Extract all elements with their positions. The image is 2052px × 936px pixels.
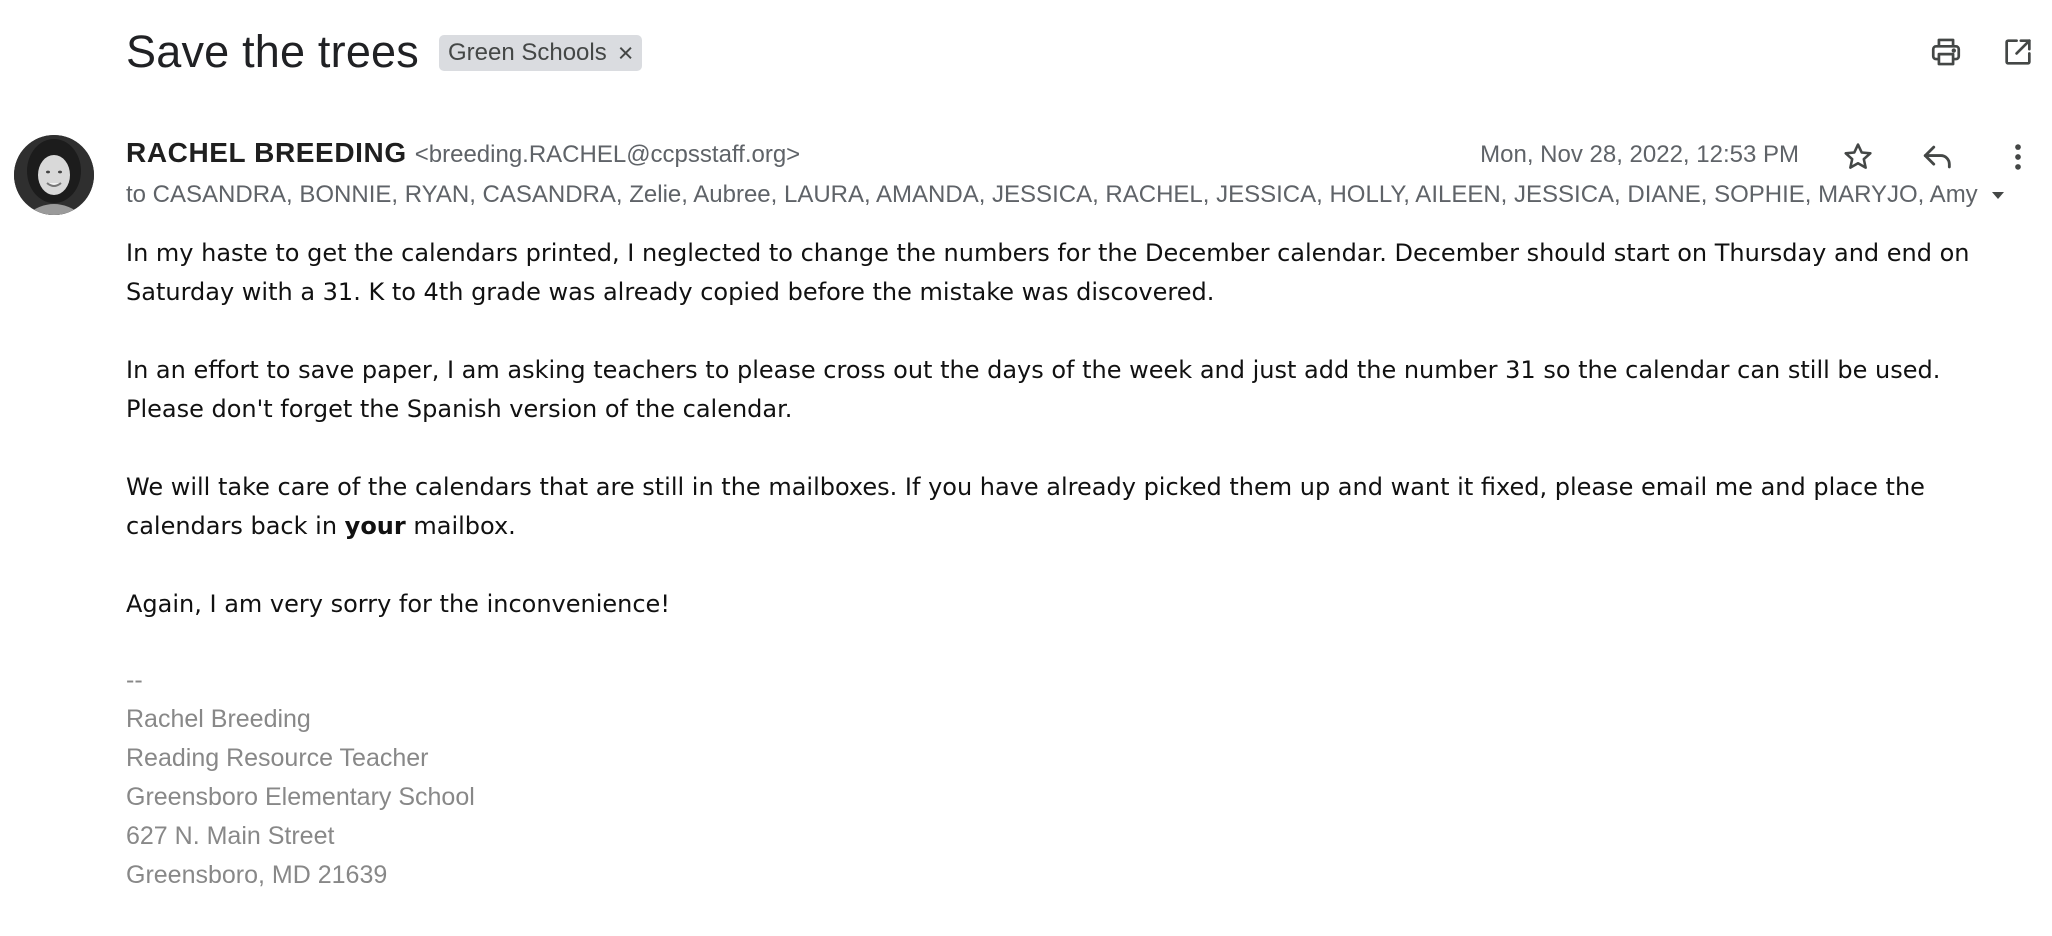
message-date: Mon, Nov 28, 2022, 12:53 PM <box>1480 141 1799 168</box>
more-options-icon[interactable] <box>1996 135 2040 179</box>
signature-street: 627 N. Main Street <box>126 822 335 850</box>
reply-icon[interactable] <box>1916 135 1960 179</box>
signature-title: Reading Resource Teacher <box>126 744 429 772</box>
email-body: In my haste to get the calendars printed… <box>126 234 2006 663</box>
body-line: We will take care of the calendars that … <box>126 473 1925 501</box>
signature-name: Rachel Breeding <box>126 705 311 733</box>
open-in-new-window-icon[interactable] <box>1998 32 2038 72</box>
body-line: Again, I am very sorry for the inconveni… <box>126 590 670 618</box>
sender-line: RACHEL BREEDING <breeding.RACHEL@ccpssta… <box>126 137 800 169</box>
body-paragraph-2: In an effort to save paper, I am asking … <box>126 351 2006 429</box>
signature-city: Greensboro, MD 21639 <box>126 861 388 889</box>
show-details-dropdown-icon[interactable] <box>1986 183 2010 207</box>
body-line: Saturday with a 31. K to 4th grade was a… <box>126 278 1215 306</box>
body-line: In an effort to save paper, I am asking … <box>126 356 1941 384</box>
remove-label-icon[interactable]: × <box>618 39 634 67</box>
signature-school: Greensboro Elementary School <box>126 783 475 811</box>
sender-email: <breeding.RACHEL@ccpsstaff.org> <box>414 141 801 168</box>
emphasized-word: your <box>344 512 406 540</box>
star-icon[interactable] <box>1836 135 1880 179</box>
body-line-part: mailbox. <box>405 512 516 540</box>
body-line: Please don't forget the Spanish version … <box>126 395 793 423</box>
signature-separator: -- <box>126 666 143 694</box>
recipients-list: to CASANDRA, BONNIE, RYAN, CASANDRA, Zel… <box>126 181 1978 208</box>
body-paragraph-3: We will take care of the calendars that … <box>126 468 2006 546</box>
subject-row: Save the trees Green Schools × <box>126 20 642 84</box>
label-chip-green-schools[interactable]: Green Schools × <box>438 35 642 71</box>
label-chip-text: Green Schools <box>447 39 607 66</box>
body-line-part: calendars back in <box>126 512 345 540</box>
body-paragraph-1: In my haste to get the calendars printed… <box>126 234 2006 312</box>
body-paragraph-4: Again, I am very sorry for the inconveni… <box>126 585 2006 624</box>
recipients-line: to CASANDRA, BONNIE, RYAN, CASANDRA, Zel… <box>126 181 2010 209</box>
email-signature: -- Rachel Breeding Reading Resource Teac… <box>126 661 475 895</box>
print-icon[interactable] <box>1926 32 1966 72</box>
email-subject: Save the trees <box>126 26 419 77</box>
sender-name[interactable]: RACHEL BREEDING <box>126 137 407 169</box>
body-line: In my haste to get the calendars printed… <box>126 239 1970 267</box>
sender-avatar[interactable] <box>14 135 94 215</box>
